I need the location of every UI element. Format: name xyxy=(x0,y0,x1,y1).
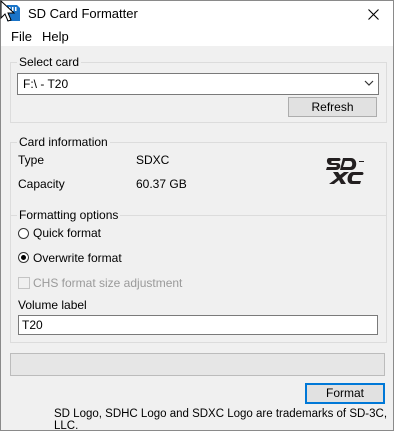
type-value: SDXC xyxy=(136,153,170,167)
app-window: SD Card Formatter File Help Select card … xyxy=(0,0,394,431)
sdxc-logo-icon xyxy=(326,158,364,184)
menu-bar: File Help xyxy=(1,27,393,46)
volume-label-caption: Volume label xyxy=(18,298,87,312)
menu-help[interactable]: Help xyxy=(42,29,69,44)
formatting-options-group-label: Formatting options xyxy=(17,208,121,222)
card-select-value: F:\ - T20 xyxy=(23,77,69,91)
quick-format-radio[interactable] xyxy=(18,228,29,239)
overwrite-format-radio[interactable] xyxy=(18,252,29,263)
close-button[interactable] xyxy=(353,1,393,27)
overwrite-format-label[interactable]: Overwrite format xyxy=(33,251,122,265)
mouse-pointer-icon xyxy=(0,0,16,22)
capacity-value: 60.37 GB xyxy=(136,177,187,191)
title-bar[interactable]: SD Card Formatter xyxy=(1,1,393,27)
format-progress-bar xyxy=(10,353,385,376)
formatting-options-group: Formatting options Quick format Overwrit… xyxy=(10,208,387,343)
capacity-label: Capacity xyxy=(18,177,65,191)
select-card-group-label: Select card xyxy=(17,55,82,69)
select-card-group: Select card F:\ - T20 Refresh xyxy=(10,55,387,123)
format-button[interactable]: Format xyxy=(305,383,385,404)
card-information-group-label: Card information xyxy=(17,135,110,149)
volume-label-input[interactable] xyxy=(18,315,378,335)
chs-format-label[interactable]: CHS format size adjustment xyxy=(33,276,182,290)
refresh-button[interactable]: Refresh xyxy=(288,97,377,117)
quick-format-label[interactable]: Quick format xyxy=(33,226,101,240)
chevron-down-icon xyxy=(364,80,374,86)
trademark-text: SD Logo, SDHC Logo and SDXC Logo are tra… xyxy=(54,408,388,431)
menu-file[interactable]: File xyxy=(11,29,32,44)
card-select-dropdown[interactable]: F:\ - T20 xyxy=(17,73,379,95)
window-title: SD Card Formatter xyxy=(28,6,138,21)
close-icon xyxy=(367,8,379,20)
chs-format-checkbox[interactable] xyxy=(18,277,30,289)
type-label: Type xyxy=(18,153,45,167)
main-panel: Select card F:\ - T20 Refresh Card infor… xyxy=(1,46,393,430)
